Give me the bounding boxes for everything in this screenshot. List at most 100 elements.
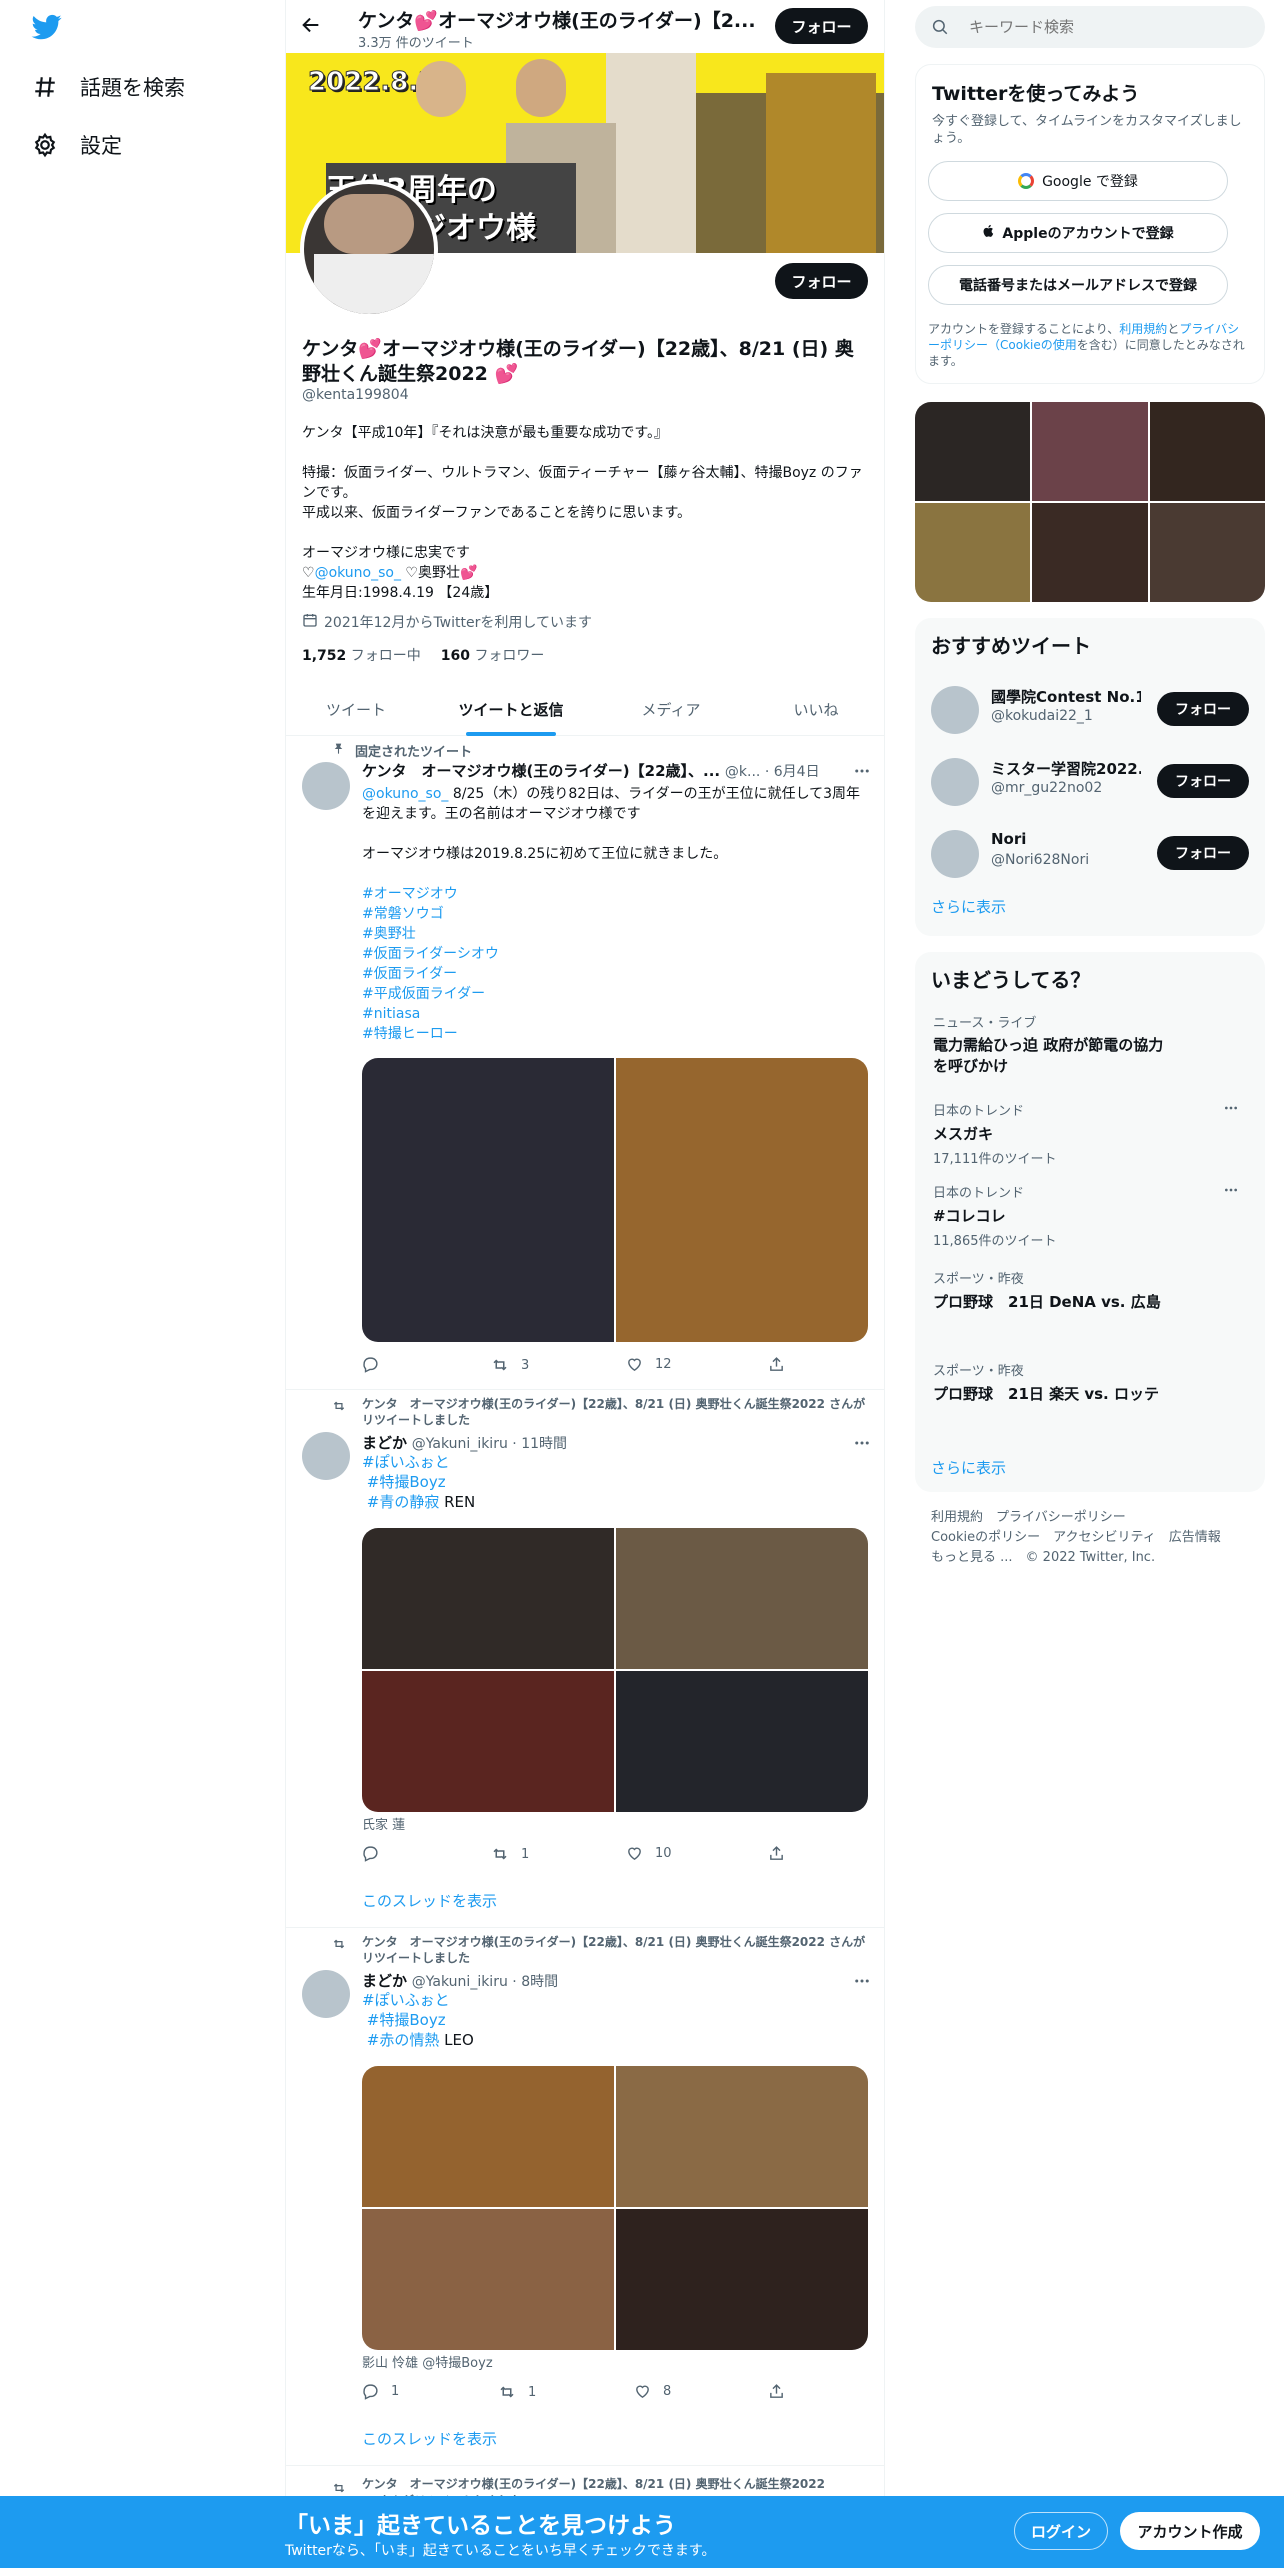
recommend-name[interactable]: ミスター学習院2022... (991, 758, 1141, 779)
bio-mention-link[interactable]: @okuno_so_ (315, 565, 401, 581)
trend-item[interactable]: スポーツ・昨夜 プロ野球 21日 楽天 vs. ロッテ (933, 1360, 1243, 1404)
retweet-context[interactable]: ケンタ オーマジオウ様(王のライダー)【22歳】、8/21 (日) 奥野壮くん誕… (362, 1396, 872, 1428)
footer-terms[interactable]: 利用規約 (931, 1510, 983, 1525)
hashtag[interactable]: #nitiasa (362, 1004, 872, 1024)
more-icon[interactable] (1223, 1100, 1239, 1120)
tab-likes[interactable]: いいね (746, 683, 884, 736)
share-button[interactable] (768, 1356, 797, 1373)
profile-avatar[interactable] (300, 180, 438, 318)
more-icon[interactable] (853, 1972, 871, 1994)
tab-tweets[interactable]: ツイート (286, 683, 426, 736)
tweet-image[interactable] (362, 1058, 614, 1342)
twitter-logo-icon[interactable] (30, 12, 66, 44)
nav-settings[interactable]: 設定 (30, 120, 122, 170)
retweet-button[interactable]: 1 (491, 1845, 529, 1863)
tweet-media[interactable] (362, 1528, 868, 1812)
tweet-image[interactable] (362, 1671, 614, 1812)
show-thread-link[interactable]: このスレッドを表示 (362, 1890, 497, 1911)
search-input[interactable] (969, 14, 1249, 40)
search-box[interactable] (915, 6, 1265, 48)
hashtag[interactable]: #特撮Boyz (367, 1473, 446, 1491)
footer-more[interactable]: もっと見る ... (931, 1550, 1013, 1565)
retweet-context[interactable]: ケンタ オーマジオウ様(王のライダー)【22歳】、8/21 (日) 奥野壮くん誕… (362, 1934, 872, 1966)
trend-item[interactable]: スポーツ・昨夜 プロ野球 21日 DeNA vs. 広島 (933, 1268, 1243, 1312)
hashtag[interactable]: #特撮ヒーロー (362, 1024, 872, 1044)
tweet-time[interactable]: 11時間 (521, 1436, 567, 1452)
hashtag[interactable]: #仮面ライダーシオウ (362, 944, 872, 964)
avatar[interactable] (302, 762, 350, 810)
tweet-author-name[interactable]: まどか (362, 1972, 407, 1990)
tab-tweets-replies[interactable]: ツイートと返信 (426, 683, 596, 736)
tab-media[interactable]: メディア (596, 683, 746, 736)
reply-button[interactable] (362, 1845, 391, 1862)
retweet-button[interactable]: 3 (491, 1356, 529, 1374)
tweet-author-name[interactable]: まどか (362, 1434, 407, 1452)
tweet-image[interactable] (616, 1528, 868, 1669)
hashtag[interactable]: #青の静寂 (367, 1493, 440, 1511)
tweet-image[interactable] (616, 2066, 868, 2207)
trend-item[interactable]: 日本のトレンド #コレコレ 11,865件のツイート (933, 1182, 1243, 1249)
recommend-user[interactable]: ミスター学習院2022... @mr_gu22no02 フォロー (915, 746, 1265, 818)
media-thumb[interactable] (1032, 402, 1148, 501)
avatar[interactable] (931, 686, 979, 734)
tweet-pinned[interactable]: 固定されたツイート ケンタ オーマジオウ様(王のライダー)【22歳】、... @… (286, 736, 884, 1390)
media-thumb[interactable] (915, 402, 1030, 501)
apple-signup-button[interactable]: Appleのアカウントで登録 (928, 213, 1228, 253)
hashtag[interactable]: #特撮Boyz (367, 2011, 446, 2029)
reply-button[interactable] (362, 1356, 391, 1373)
phone-signup-button[interactable]: 電話番号またはメールアドレスで登録 (928, 265, 1228, 305)
tweet-image[interactable] (362, 2066, 614, 2207)
tweet-image[interactable] (362, 2209, 614, 2350)
tweet-image[interactable] (616, 1058, 868, 1342)
hashtag[interactable]: #ぽいふぉと (362, 1990, 474, 2010)
tweet-mention[interactable]: @okuno_so_ (362, 786, 448, 802)
more-icon[interactable] (853, 1434, 871, 1456)
tweet-time[interactable]: 8時間 (521, 1974, 558, 1990)
trend-item[interactable]: 日本のトレンド メスガキ 17,111件のツイート (933, 1100, 1243, 1167)
tweet-retweeted[interactable]: ケンタ オーマジオウ様(王のライダー)【22歳】、8/21 (日) 奥野壮くん誕… (286, 1928, 884, 2466)
media-thumb[interactable] (1150, 503, 1265, 602)
hashtag[interactable]: #オーマジオウ (362, 884, 872, 904)
tweet-time[interactable]: 6月4日 (774, 764, 820, 780)
recommend-name[interactable]: 國學院Contest No.1 ... (991, 686, 1141, 707)
like-button[interactable]: 12 (626, 1356, 672, 1373)
google-signup-button[interactable]: Google で登録 (928, 161, 1228, 201)
recommend-more-link[interactable]: さらに表示 (931, 896, 1006, 917)
followers-link[interactable]: 160 フォロワー (441, 645, 545, 665)
tweet-media[interactable] (362, 2066, 868, 2350)
recommend-follow-button[interactable]: フォロー (1157, 764, 1249, 798)
share-button[interactable] (768, 2383, 797, 2400)
tweet-media[interactable] (362, 1058, 868, 1342)
trends-more-link[interactable]: さらに表示 (931, 1457, 1006, 1478)
nav-explore[interactable]: 話題を検索 (30, 62, 185, 112)
following-link[interactable]: 1,752 フォロー中 (302, 645, 421, 665)
back-arrow-icon[interactable] (300, 14, 326, 40)
tweet-retweeted[interactable]: ケンタ オーマジオウ様(王のライダー)【22歳】、8/21 (日) 奥野壮くん誕… (286, 1390, 884, 1928)
terms-link[interactable]: 利用規約 (1119, 322, 1167, 336)
hashtag[interactable]: #仮面ライダー (362, 964, 872, 984)
media-thumb[interactable] (915, 503, 1030, 602)
like-button[interactable]: 8 (634, 2383, 671, 2400)
hashtag[interactable]: #平成仮面ライダー (362, 984, 872, 1004)
tweet-author-name[interactable]: ケンタ オーマジオウ様(王のライダー)【22歳】、... (362, 762, 720, 780)
footer-accessibility[interactable]: アクセシビリティ (1053, 1530, 1156, 1545)
reply-button[interactable]: 1 (362, 2383, 399, 2400)
like-button[interactable]: 10 (626, 1845, 672, 1862)
recommend-user[interactable]: 國學院Contest No.1 ... @kokudai22_1 フォロー (915, 674, 1265, 746)
footer-cookie[interactable]: Cookieのポリシー (931, 1530, 1040, 1545)
profile-follow-button[interactable]: フォロー (775, 263, 868, 299)
avatar[interactable] (302, 1432, 350, 1480)
footer-privacy[interactable]: プライバシーポリシー (996, 1510, 1126, 1525)
recommend-follow-button[interactable]: フォロー (1157, 692, 1249, 726)
trend-item[interactable]: ニュース・ライブ 電力需給ひっ迫 政府が節電の協力を呼びかけ (933, 1012, 1243, 1077)
media-thumb[interactable] (1032, 503, 1148, 602)
footer-ads[interactable]: 広告情報 (1169, 1530, 1221, 1545)
media-thumb[interactable] (1150, 402, 1265, 501)
login-button[interactable]: ログイン (1014, 2512, 1108, 2550)
more-icon[interactable] (853, 762, 873, 782)
tweet-image[interactable] (362, 1528, 614, 1669)
hashtag[interactable]: #常磐ソウゴ (362, 904, 872, 924)
tweet-image[interactable] (616, 2209, 868, 2350)
hashtag[interactable]: #ぽいふぉと (362, 1452, 475, 1472)
hashtag[interactable]: #赤の情熱 (367, 2031, 440, 2049)
